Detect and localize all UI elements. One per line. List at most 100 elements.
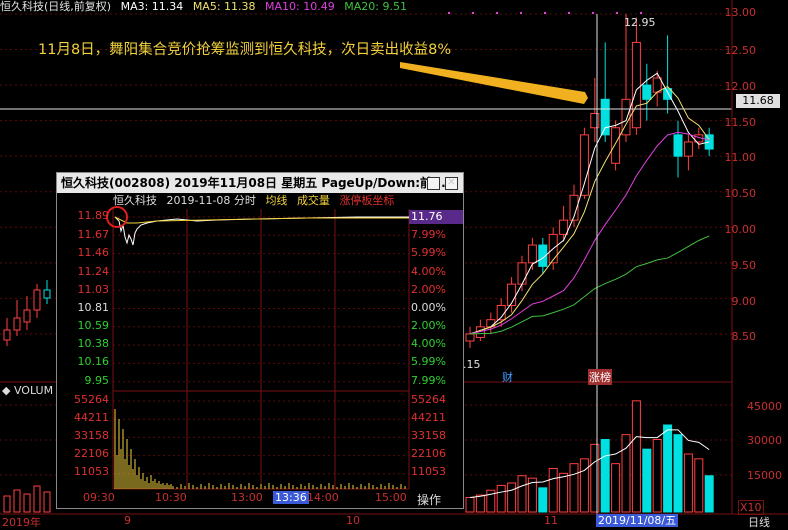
- event-dot: [640, 12, 642, 14]
- intraday-price-tick: 11.24: [77, 265, 110, 278]
- price-tick: 9.00: [731, 295, 757, 308]
- volume-bar: [652, 439, 662, 513]
- intraday-window[interactable]: 恒久科技(002808) 2019年11月08日 星期五 PageUp/Down…: [56, 172, 464, 509]
- price-tick: 11.00: [724, 151, 757, 164]
- volume-collapse-icon[interactable]: ◆: [2, 384, 14, 397]
- intraday-pct-tick: 4.00%: [411, 337, 446, 350]
- volume-bar: [43, 491, 51, 513]
- ma-lines: [469, 72, 710, 335]
- price-tick: 10.50: [724, 187, 757, 200]
- volume-bar: [517, 475, 527, 513]
- candle-body[interactable]: [600, 98, 610, 136]
- candle-body[interactable]: [631, 41, 641, 129]
- finance-marker[interactable]: 财: [502, 369, 513, 385]
- selected-date-label: 2019/11/08/五: [596, 514, 679, 527]
- price-tick: 11.50: [724, 116, 757, 129]
- intraday-price-tick: 9.95: [84, 374, 110, 387]
- intraday-pct-tick: 5.99%: [411, 246, 446, 259]
- intraday-volume-bars: [114, 409, 406, 489]
- annotation-arrow-yellow: [400, 62, 588, 104]
- candle-body[interactable]: [590, 113, 600, 129]
- volume-bar: [631, 400, 641, 513]
- intraday-avg-line: [114, 216, 409, 224]
- event-dot: [568, 12, 570, 14]
- candle-body[interactable]: [611, 127, 621, 164]
- intraday-volume-tick: 22106: [411, 447, 446, 460]
- intraday-chart[interactable]: [57, 173, 463, 508]
- volume-bar: [465, 497, 475, 513]
- time-tick: 10:30: [155, 491, 187, 504]
- intraday-volume-tick: 44211: [74, 411, 109, 424]
- price-tick: 9.50: [731, 259, 757, 272]
- low-price-label: .15: [463, 358, 481, 371]
- x-axis-month-11: 11: [544, 514, 558, 527]
- intraday-price-tick: 10.38: [77, 337, 110, 350]
- intraday-pct-tick: 2.00%: [411, 283, 446, 296]
- volume-bar: [569, 463, 579, 513]
- volume-bar: [704, 475, 714, 513]
- operation-button[interactable]: 操作: [417, 491, 441, 508]
- candle-body: [3, 329, 11, 341]
- limit-up-marker[interactable]: 涨榜: [588, 369, 612, 385]
- intraday-price-tick: 10.16: [77, 355, 110, 368]
- event-dot: [472, 12, 474, 14]
- volume-tick: 45000: [747, 400, 782, 413]
- intraday-volume-tick: 55264: [411, 393, 446, 406]
- volume-bar: [538, 487, 548, 513]
- volume-bar: [683, 453, 693, 513]
- volume-unit: X10: [738, 500, 764, 515]
- intraday-volume-tick: 55264: [74, 393, 109, 406]
- volume-bar: [694, 458, 704, 513]
- price-tick: 13.00: [724, 6, 757, 19]
- volume-bars: [465, 400, 714, 513]
- time-tick: 14:00: [307, 491, 339, 504]
- volume-bar: [673, 434, 683, 513]
- intraday-price-tick: 11.46: [77, 246, 110, 259]
- volume-bar: [663, 424, 673, 513]
- volume-bar: [611, 463, 621, 513]
- volume-title: ◆ VOLUM: [2, 384, 54, 397]
- intraday-pct-tick: 2.00%: [411, 319, 446, 332]
- candle-body[interactable]: [527, 244, 537, 264]
- candle-body[interactable]: [559, 219, 569, 235]
- candle-body[interactable]: [642, 84, 652, 100]
- candle-body: [13, 317, 21, 331]
- volume-bar: [621, 434, 631, 513]
- event-dot: [592, 12, 594, 14]
- x-axis-month-10: 10: [346, 514, 360, 527]
- ma5-line: [469, 85, 710, 335]
- candle-body[interactable]: [517, 262, 527, 285]
- volume-tick: 15000: [747, 469, 782, 482]
- intraday-volume-tick: 11053: [74, 465, 109, 478]
- volume-bar: [559, 472, 569, 513]
- intraday-volume-tick: 33158: [74, 429, 109, 442]
- candle-body[interactable]: [683, 141, 693, 157]
- ma10-line: [469, 131, 710, 335]
- intraday-pct-tick: 7.99%: [411, 228, 446, 241]
- x-axis-year: 2019年: [2, 516, 41, 529]
- volume-bar: [642, 448, 652, 513]
- time-cursor-label: 13:36: [273, 491, 309, 504]
- intraday-current-price: 11.76: [411, 210, 443, 223]
- candle-body[interactable]: [579, 134, 589, 196]
- time-tick: 15:00: [375, 491, 407, 504]
- price-tick: 12.50: [724, 44, 757, 57]
- x-axis-month-9: 9: [124, 514, 131, 527]
- intraday-pct-tick: 0.00%: [411, 301, 446, 314]
- price-tick: 10.00: [724, 223, 757, 236]
- event-dot: [544, 12, 546, 14]
- volume-bar: [23, 493, 31, 513]
- candle-body: [33, 289, 41, 311]
- period-label[interactable]: 日线: [748, 514, 770, 530]
- volume-tick: 30000: [747, 434, 782, 447]
- volume-bar: [507, 482, 517, 513]
- intraday-pct-tick: 4.00%: [411, 265, 446, 278]
- price-tick: 12.00: [724, 80, 757, 93]
- candle-body[interactable]: [673, 134, 683, 157]
- volume-bar: [496, 484, 506, 513]
- intraday-price-tick: 10.59: [77, 319, 110, 332]
- candle-body[interactable]: [465, 333, 475, 342]
- time-tick: 09:30: [83, 491, 115, 504]
- time-tick: 13:00: [231, 491, 263, 504]
- intraday-volume-tick: 33158: [411, 429, 446, 442]
